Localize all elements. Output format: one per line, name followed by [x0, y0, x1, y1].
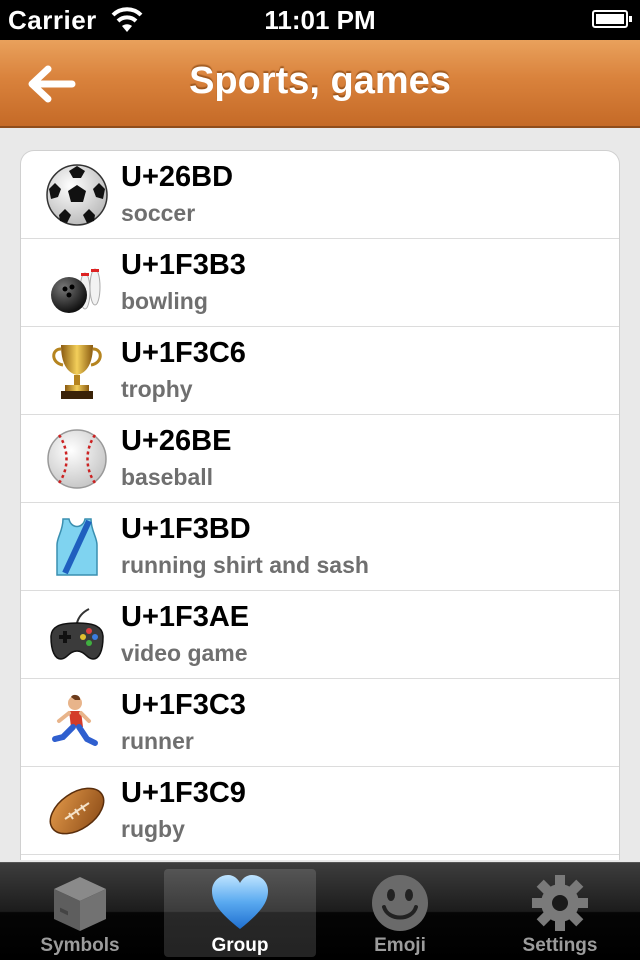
emoji-description: bowling: [121, 288, 208, 314]
tab-group[interactable]: Group: [164, 869, 316, 957]
baseball-icon: [47, 429, 107, 489]
list-item[interactable]: U+1F3C3 runner: [21, 679, 619, 767]
list-item[interactable]: U+1F3AE video game: [21, 591, 619, 679]
battery-icon: [592, 10, 632, 28]
emoji-description: trophy: [121, 376, 193, 402]
tab-label: Settings: [522, 935, 598, 956]
list-item[interactable]: U+26BD soccer: [21, 151, 619, 239]
list-item[interactable]: U+26BE baseball: [21, 415, 619, 503]
trophy-icon: [52, 345, 102, 399]
tab-symbols[interactable]: Symbols: [4, 869, 156, 957]
emoji-description: baseball: [121, 464, 214, 490]
rugby-ball-icon: [49, 787, 105, 835]
emoji-list: U+26BD soccer U+1F3B3 bowling U+1F3C6 tr…: [20, 150, 620, 860]
status-bar: Carrier 11:01 PM: [0, 0, 640, 40]
bowling-icon: [51, 268, 101, 313]
runner-icon: [52, 694, 98, 746]
navigation-bar: Sports, games: [0, 40, 640, 128]
list-item[interactable]: U+1F3B3 bowling: [21, 239, 619, 327]
list-item[interactable]: U+1F3BD running shirt and sash: [21, 503, 619, 591]
tab-label: Group: [211, 935, 269, 956]
tab-label: Symbols: [40, 935, 120, 956]
unicode-code: U+1F3C6: [121, 337, 246, 369]
unicode-code: U+1F3C3: [121, 689, 246, 721]
emoji-description: runner: [121, 728, 194, 754]
unicode-code: U+1F3BD: [121, 513, 251, 545]
emoji-description: video game: [121, 640, 248, 666]
clock: 11:01 PM: [264, 5, 376, 35]
unicode-code: U+26BE: [121, 425, 232, 457]
unicode-code: U+1F3B3: [121, 249, 246, 281]
soccer-ball-icon: [46, 164, 108, 226]
tab-bar: Symbols Group Emoji Settings: [0, 862, 640, 960]
box-icon: [54, 877, 106, 931]
tab-emoji[interactable]: Emoji: [324, 869, 476, 957]
tab-label: Emoji: [374, 935, 426, 956]
emoji-description: rugby: [121, 816, 185, 842]
video-game-icon: [50, 608, 104, 660]
list-item[interactable]: U+1F3C9 rugby: [21, 767, 619, 855]
tab-settings[interactable]: Settings: [484, 869, 636, 957]
running-shirt-icon: [56, 518, 98, 576]
smiley-icon: [372, 875, 428, 931]
back-button[interactable]: [20, 54, 80, 114]
unicode-code: U+1F3C9: [121, 777, 246, 809]
heart-icon: [212, 875, 268, 929]
unicode-code: U+1F3AE: [121, 601, 250, 633]
emoji-description: running shirt and sash: [121, 552, 369, 578]
unicode-code: U+26BD: [121, 161, 234, 193]
emoji-description: soccer: [121, 200, 196, 226]
list-item[interactable]: U+1F3C6 trophy: [21, 327, 619, 415]
page-title: Sports, games: [189, 60, 451, 102]
gear-icon: [532, 875, 588, 931]
back-arrow-icon: [28, 65, 76, 103]
